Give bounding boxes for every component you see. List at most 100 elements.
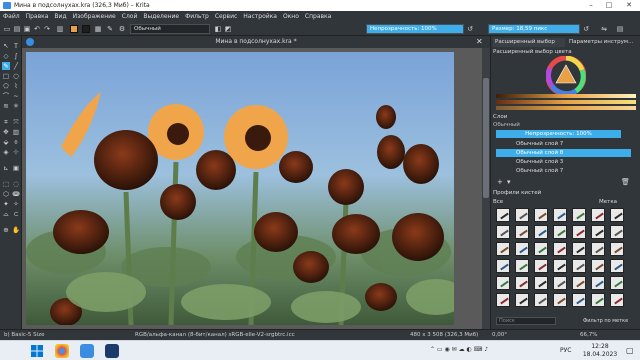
line-tool-icon[interactable]: ╱	[12, 62, 20, 70]
polygon-select-icon[interactable]: ⬡	[2, 190, 10, 198]
brush-preset-icon[interactable]	[534, 225, 548, 239]
brush-preset-icon[interactable]	[534, 208, 548, 222]
krita-taskbar-icon[interactable]	[80, 344, 94, 358]
menu-help[interactable]: Справка	[302, 11, 334, 22]
polyline-tool-icon[interactable]: ⌇	[12, 82, 20, 90]
brush-preset-icon[interactable]	[534, 259, 548, 273]
move-tool-icon[interactable]: ✥	[2, 128, 10, 136]
freehand-select-icon[interactable]: ↈ	[12, 190, 20, 198]
calligraphy-icon[interactable]: ∫	[12, 52, 20, 60]
brush-preset-icon[interactable]	[496, 276, 510, 290]
vertical-scrollbar[interactable]	[482, 48, 490, 329]
brush-preset-icon[interactable]	[610, 208, 624, 222]
brush-search-input[interactable]: Поиск	[496, 317, 556, 325]
tab-tool-options[interactable]: Параметры инструм...	[567, 38, 639, 47]
new-document-icon[interactable]: ▭	[3, 25, 11, 33]
fill-tool-icon[interactable]: ⬙	[2, 138, 10, 146]
text-tool-icon[interactable]: T	[12, 42, 20, 50]
reference-tool-icon[interactable]: ▣	[12, 164, 20, 172]
magnetic-select-icon[interactable]: ⊂	[12, 210, 20, 218]
freehand-path-icon[interactable]: ~	[12, 92, 20, 100]
reset-size-icon[interactable]: ↺	[582, 25, 590, 33]
close-button[interactable]: ✕	[622, 1, 636, 10]
multibrush-icon[interactable]: ✳	[12, 102, 20, 110]
menu-filter[interactable]: Фильтр	[182, 11, 212, 22]
smart-patch-icon[interactable]: ◈	[2, 148, 10, 156]
pattern-icon[interactable]: ▦	[94, 25, 102, 33]
saturation-strip[interactable]	[496, 106, 636, 110]
bezier-select-icon[interactable]: ⌓	[2, 210, 10, 218]
hue-strip[interactable]	[496, 100, 636, 104]
menu-settings[interactable]: Настройка	[240, 11, 280, 22]
background-color-swatch[interactable]	[82, 25, 90, 33]
rect-select-icon[interactable]: ⬚	[2, 180, 10, 188]
clock-time[interactable]: 12:28	[582, 343, 618, 350]
menu-layer[interactable]: Слой	[119, 11, 141, 22]
windows-start-icon[interactable]	[30, 344, 44, 358]
brush-preset-icon[interactable]	[553, 225, 567, 239]
input-language[interactable]: РУС	[560, 347, 571, 354]
brush-preset-icon[interactable]	[591, 293, 605, 307]
brush-preset-icon[interactable]	[591, 242, 605, 256]
brush-preset-icon[interactable]	[572, 276, 586, 290]
tab-color-selector[interactable]: Расширенный выбор цвета	[493, 38, 565, 47]
notifications-icon[interactable]: ▢	[626, 346, 634, 355]
freehand-brush-icon[interactable]: ✎	[2, 62, 10, 70]
brush-preset-icon[interactable]	[496, 208, 510, 222]
delete-layer-icon[interactable]: 🗑	[621, 178, 630, 186]
brush-preset-icon[interactable]	[515, 259, 529, 273]
brush-preset-icon[interactable]	[496, 225, 510, 239]
document-title[interactable]: Мина в подсолнухах.kra *	[22, 38, 490, 45]
measure-tool-icon[interactable]: ⊾	[2, 164, 10, 172]
tray-icons[interactable]: ⌃ ▭ ◉ ✉ ☁ ◐ ⌨ ♪	[430, 346, 520, 356]
ellipse-tool-icon[interactable]: ○	[12, 72, 20, 80]
menu-select[interactable]: Выделение	[140, 11, 182, 22]
menu-edit[interactable]: Правка	[23, 11, 52, 22]
open-document-icon[interactable]: ▤	[13, 25, 21, 33]
crop-tool-icon[interactable]: ⌗	[2, 118, 10, 126]
polygon-tool-icon[interactable]: ⬠	[2, 82, 10, 90]
brush-preset-icon[interactable]	[553, 276, 567, 290]
brush-tag-select[interactable]: Метка	[599, 199, 617, 205]
chrome-icon[interactable]	[55, 344, 69, 358]
brush-preset-icon[interactable]	[553, 259, 567, 273]
menu-image[interactable]: Изображение	[70, 11, 119, 22]
preserve-alpha-icon[interactable]: ◩	[224, 25, 232, 33]
eyedropper-icon[interactable]: ⌽	[12, 138, 20, 146]
edit-shapes-icon[interactable]: ◇	[2, 52, 10, 60]
brush-preset-icon[interactable]	[515, 208, 529, 222]
brush-preset-icon[interactable]	[572, 293, 586, 307]
filter-by-tag-checkbox[interactable]: Фильтр по метке	[583, 318, 628, 324]
layers-blend-mode[interactable]: Обычный	[493, 122, 520, 128]
menu-tools[interactable]: Сервис	[212, 11, 240, 22]
brush-preset-icon[interactable]	[553, 208, 567, 222]
blend-mode-select[interactable]: Обычный	[130, 24, 210, 34]
eraser-toggle-icon[interactable]: ◧	[214, 25, 222, 33]
status-zoom[interactable]: 66,7%	[580, 332, 597, 338]
brush-preset-icon[interactable]	[534, 276, 548, 290]
pan-tool-icon[interactable]: ✋	[12, 226, 20, 234]
reset-opacity-icon[interactable]: ↺	[466, 25, 474, 33]
rectangle-tool-icon[interactable]: □	[2, 72, 10, 80]
brush-preset-icon[interactable]	[591, 208, 605, 222]
value-strip[interactable]	[496, 94, 636, 98]
color-wheel[interactable]	[546, 56, 586, 96]
brush-preset-icon[interactable]	[496, 242, 510, 256]
brush-preset-icon[interactable]	[496, 259, 510, 273]
menu-window[interactable]: Окно	[280, 11, 302, 22]
brush-preset-icon[interactable]	[496, 293, 510, 307]
save-icon[interactable]: ▣	[23, 25, 31, 33]
assistant-tool-icon[interactable]: ⊹	[12, 148, 20, 156]
gradient-icon[interactable]: ▥	[56, 25, 64, 33]
workspace-icon[interactable]: ▤	[616, 25, 624, 33]
clock-date[interactable]: 18.04.2023	[582, 351, 618, 358]
brush-preset-icon[interactable]	[515, 276, 529, 290]
brush-preset-icon[interactable]	[515, 293, 529, 307]
foreground-color-swatch[interactable]	[70, 25, 78, 33]
brush-preset-icon[interactable]	[610, 293, 624, 307]
menu-file[interactable]: Файл	[0, 11, 23, 22]
transform-tool-icon[interactable]: ⤧	[12, 118, 20, 126]
layer-row[interactable]: Обычный слой 7	[496, 140, 631, 148]
brush-preset-icon[interactable]	[591, 276, 605, 290]
brush-filter-select[interactable]: Все	[493, 199, 503, 205]
